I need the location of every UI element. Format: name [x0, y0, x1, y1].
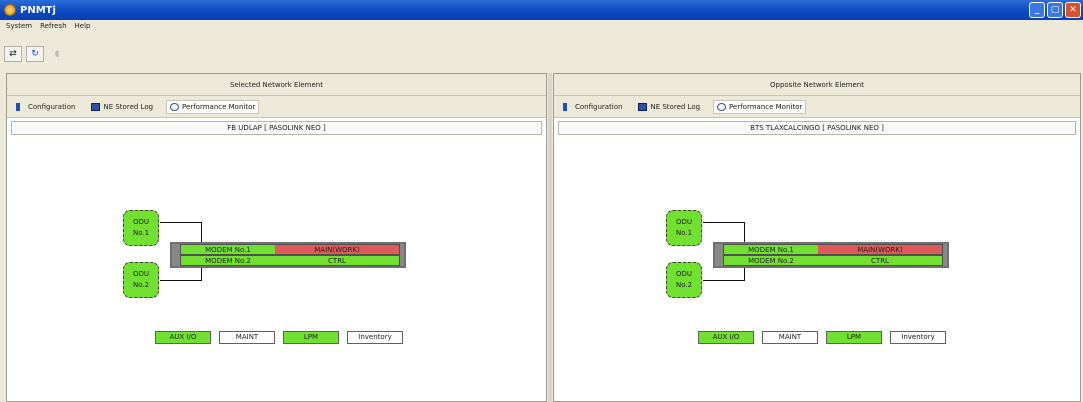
menu-help[interactable]: Help — [75, 22, 91, 36]
lpm-button[interactable]: LPM — [283, 331, 339, 344]
menu-bar: System Refresh Help — [0, 22, 91, 36]
sound-icon[interactable]: ◖ — [48, 46, 66, 62]
maximize-button[interactable]: ▢ — [1047, 2, 1063, 18]
odu-label: ODU — [132, 218, 150, 226]
clock-icon — [717, 102, 727, 111]
modem-2-status: CTRL — [818, 256, 942, 265]
modem-unit: MODEM No.1 MAIN(WORK) MODEM No.2 CTRL — [170, 242, 406, 268]
opposite-ne-panel: Opposite Network Element Configuration N… — [553, 73, 1081, 402]
configuration-icon — [16, 102, 25, 111]
tab-configuration[interactable]: Configuration — [13, 101, 78, 113]
modem-2-label: MODEM No.2 — [724, 256, 818, 265]
configuration-icon — [563, 102, 572, 111]
modem-1-status: MAIN(WORK) — [275, 245, 399, 254]
tab-label: NE Stored Log — [103, 102, 154, 111]
menu-refresh[interactable]: Refresh — [40, 22, 66, 36]
odu1-link — [160, 222, 202, 242]
odu-number: No.2 — [132, 281, 150, 289]
modem-2-label: MODEM No.2 — [181, 256, 275, 265]
odu-1[interactable]: ODU No.1 — [666, 210, 702, 246]
function-buttons: AUX I/O MAINT LPM Inventory — [698, 331, 946, 344]
tab-performance-monitor[interactable]: Performance Monitor — [166, 99, 260, 114]
window-titlebar: PNMTj _ ▢ ✕ — [0, 0, 1083, 20]
modem-1-label: MODEM No.1 — [181, 245, 275, 254]
odu-number: No.1 — [675, 229, 693, 237]
refresh-icon[interactable]: ↻ — [26, 46, 44, 62]
panel-tabs: Configuration NE Stored Log Performance … — [554, 96, 1080, 118]
odu-label: ODU — [675, 218, 693, 226]
odu1-link — [703, 222, 745, 242]
window-title: PNMTj — [20, 4, 56, 16]
modem-1-status: MAIN(WORK) — [818, 245, 942, 254]
panel-title: Selected Network Element — [7, 74, 546, 96]
equipment-diagram: ODU No.1 ODU No.2 MODEM No.1 MAIN(WORK) … — [554, 144, 1080, 402]
modem-2-status: CTRL — [275, 256, 399, 265]
tab-label: Configuration — [575, 102, 623, 111]
odu-2[interactable]: ODU No.2 — [123, 262, 159, 298]
tab-performance-monitor[interactable]: Performance Monitor — [713, 99, 807, 114]
tab-label: Performance Monitor — [729, 102, 803, 111]
selected-ne-panel: Selected Network Element Configuration N… — [6, 73, 547, 402]
lpm-button[interactable]: LPM — [826, 331, 882, 344]
modem-row-2[interactable]: MODEM No.2 CTRL — [180, 255, 400, 266]
odu-number: No.2 — [675, 281, 693, 289]
tab-label: NE Stored Log — [650, 102, 701, 111]
modem-row-2[interactable]: MODEM No.2 CTRL — [723, 255, 943, 266]
modem-unit: MODEM No.1 MAIN(WORK) MODEM No.2 CTRL — [713, 242, 949, 268]
function-buttons: AUX I/O MAINT LPM Inventory — [155, 331, 403, 344]
inventory-button[interactable]: Inventory — [347, 331, 403, 344]
tab-configuration[interactable]: Configuration — [560, 101, 625, 113]
maint-button[interactable]: MAINT — [762, 331, 818, 344]
log-icon — [638, 102, 648, 111]
equipment-diagram: ODU No.1 ODU No.2 MODEM No.1 MAIN(WORK) … — [7, 144, 546, 402]
odu-label: ODU — [675, 270, 693, 278]
toolbar: ⇄ ↻ ◖ — [4, 46, 66, 62]
tab-label: Configuration — [28, 102, 76, 111]
network-icon[interactable]: ⇄ — [4, 46, 22, 62]
odu-2[interactable]: ODU No.2 — [666, 262, 702, 298]
modem-1-label: MODEM No.1 — [724, 245, 818, 254]
odu-1[interactable]: ODU No.1 — [123, 210, 159, 246]
log-icon — [91, 102, 101, 111]
minimize-button[interactable]: _ — [1029, 2, 1045, 18]
tab-ne-stored-log[interactable]: NE Stored Log — [635, 101, 703, 113]
close-button[interactable]: ✕ — [1065, 2, 1081, 18]
panel-splitter[interactable] — [548, 73, 552, 402]
odu-number: No.1 — [132, 229, 150, 237]
tab-label: Performance Monitor — [182, 102, 256, 111]
app-icon — [4, 4, 16, 16]
ne-name-bar: FB UDLAP [ PASOLINK NEO ] — [11, 121, 542, 135]
inventory-button[interactable]: Inventory — [890, 331, 946, 344]
panel-title: Opposite Network Element — [554, 74, 1080, 96]
menu-system[interactable]: System — [6, 22, 32, 36]
aux-io-button[interactable]: AUX I/O — [698, 331, 754, 344]
tab-ne-stored-log[interactable]: NE Stored Log — [88, 101, 156, 113]
ne-name-bar: BTS TLAXCALCINGO [ PASOLINK NEO ] — [558, 121, 1076, 135]
odu-label: ODU — [132, 270, 150, 278]
clock-icon — [170, 102, 180, 111]
modem-row-1[interactable]: MODEM No.1 MAIN(WORK) — [180, 244, 400, 255]
maint-button[interactable]: MAINT — [219, 331, 275, 344]
aux-io-button[interactable]: AUX I/O — [155, 331, 211, 344]
modem-row-1[interactable]: MODEM No.1 MAIN(WORK) — [723, 244, 943, 255]
panel-tabs: Configuration NE Stored Log Performance … — [7, 96, 546, 118]
